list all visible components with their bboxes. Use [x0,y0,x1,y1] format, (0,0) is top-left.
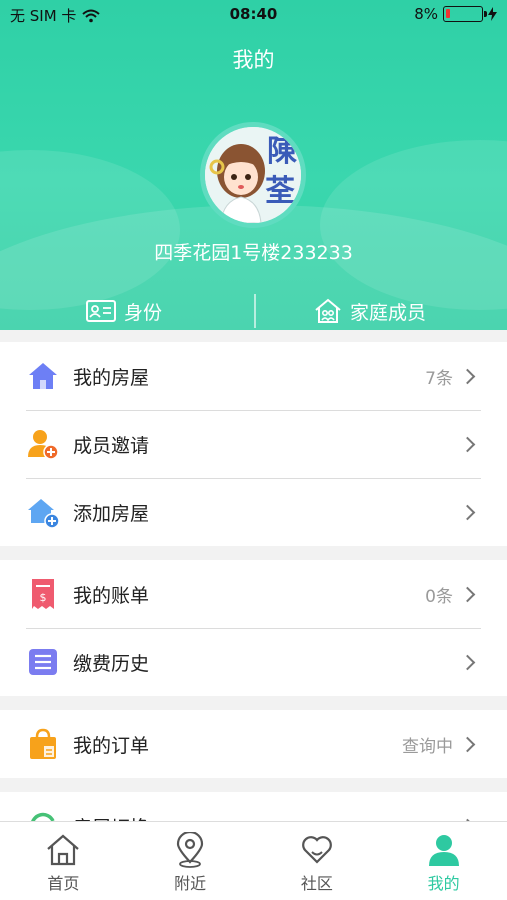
tab-nearby[interactable]: 附近 [127,822,254,900]
menu-item-label: 我的账单 [73,584,150,607]
location-pin-icon [177,832,204,868]
house-icon [29,363,57,389]
tab-label: 社区 [300,874,333,893]
menu-item-member-invite[interactable]: 成员邀请 [0,410,507,478]
identity-tab-label: 身份 [124,301,163,324]
id-card-icon [86,300,116,322]
chevron-right-icon [459,654,476,670]
menu-item-label: 缴费历史 [73,652,150,675]
bottom-tab-bar: 首页 附近 社区 我的 [0,821,507,900]
tab-label: 我的 [427,874,460,893]
user-add-icon [28,430,59,460]
battery-icon [443,6,487,22]
house-family-icon [315,298,341,323]
menu-item-add-house[interactable]: 添加房屋 [0,478,507,546]
tab-label: 附近 [174,874,207,893]
profile-header: 无 SIM 卡 08:40 8% 我的 陳 荃 四季花园1号楼233233 身份… [0,0,507,330]
svg-text:陳: 陳 [267,134,297,169]
heart-chat-icon [302,836,332,864]
avatar-illustration: 陳 荃 [205,127,301,223]
menu-item-label: 添加房屋 [73,502,150,525]
tab-community[interactable]: 社区 [254,822,381,900]
status-bar: 无 SIM 卡 08:40 8% [0,0,507,28]
tab-label: 首页 [47,874,80,893]
menu-item-value: 7条 [425,368,453,389]
menu-item-my-orders[interactable]: 我的订单 查询中 [0,710,507,778]
menu-item-my-house[interactable]: 我的房屋 7条 [0,342,507,410]
avatar[interactable]: 陳 荃 [200,122,306,228]
menu-item-value: 0条 [425,586,453,607]
bill-menu-group: $ 我的账单 0条 缴费历史 [0,560,507,696]
home-icon [47,834,80,866]
battery-percent: 8% [414,5,438,23]
menu-item-my-bill[interactable]: $ 我的账单 0条 [0,560,507,628]
menu-item-label: 我的订单 [73,734,150,757]
menu-item-value: 查询中 [402,736,453,757]
chevron-right-icon [459,504,476,520]
menu-item-label: 成员邀请 [73,434,150,457]
list-icon [29,649,57,675]
shopping-bag-icon [30,728,56,759]
bill-icon: $ [32,579,54,609]
tab-divider [254,294,256,328]
address-text: 四季花园1号楼233233 [154,242,353,264]
order-menu-group: 我的订单 查询中 [0,710,507,778]
tab-home[interactable]: 首页 [0,822,127,900]
menu-item-payment-history[interactable]: 缴费历史 [0,628,507,696]
house-menu-group: 我的房屋 7条 成员邀请 添加房屋 [0,342,507,546]
chevron-right-icon [459,368,476,384]
house-add-icon [28,499,60,529]
chevron-right-icon [459,436,476,452]
tab-mine[interactable]: 我的 [380,822,507,900]
svg-text:$: $ [40,591,47,604]
family-members-tab[interactable]: 家庭成员 [314,294,426,328]
menu-item-label: 我的房屋 [73,366,150,389]
family-members-tab-label: 家庭成员 [350,301,427,324]
page-title: 我的 [232,48,275,72]
identity-tab[interactable]: 身份 [86,294,162,328]
svg-text:荃: 荃 [265,174,295,209]
charging-icon [488,7,497,21]
chevron-right-icon [459,586,476,602]
person-icon [428,835,459,866]
chevron-right-icon [459,736,476,752]
